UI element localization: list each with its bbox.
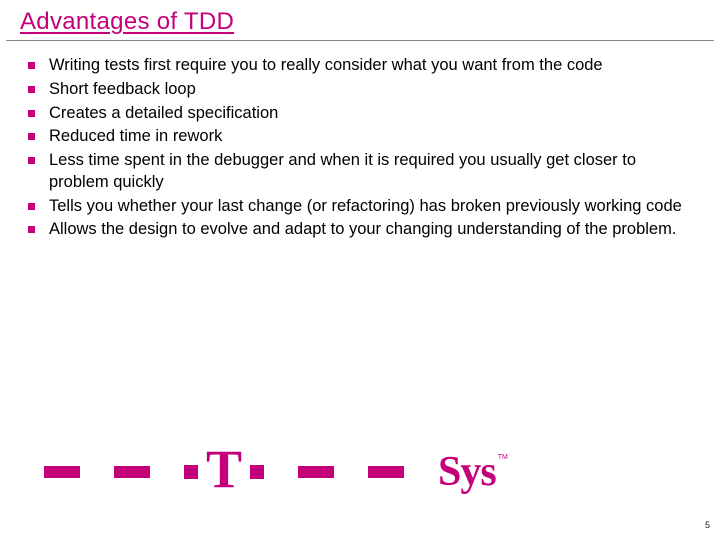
dash-icon [298, 466, 334, 478]
bullet-icon [28, 133, 35, 140]
list-item: Tells you whether your last change (or r… [28, 196, 692, 218]
bullet-icon [28, 110, 35, 117]
trademark-icon: TM [498, 454, 508, 461]
brand-logo: T Sys TM [0, 446, 720, 498]
dash-icon [368, 466, 404, 478]
list-item: Creates a detailed specification [28, 103, 692, 125]
logo-box-icon [184, 465, 198, 479]
t-logo-block: T [184, 452, 264, 491]
bullet-text: Less time spent in the debugger and when… [49, 150, 692, 194]
bullet-icon [28, 226, 35, 233]
bullet-text: Short feedback loop [49, 79, 692, 101]
list-item: Reduced time in rework [28, 126, 692, 148]
logo-box-icon [250, 465, 264, 479]
logo-suffix: Sys [438, 448, 496, 496]
list-item: Writing tests first require you to reall… [28, 55, 692, 77]
dash-icon [114, 466, 150, 478]
page-number: 5 [705, 520, 710, 530]
bullet-text: Writing tests first require you to reall… [49, 55, 692, 77]
bullet-icon [28, 62, 35, 69]
bullet-text: Tells you whether your last change (or r… [49, 196, 692, 218]
slide-content: Writing tests first require you to reall… [0, 41, 720, 241]
bullet-icon [28, 203, 35, 210]
list-item: Allows the design to evolve and adapt to… [28, 219, 692, 241]
bullet-text: Reduced time in rework [49, 126, 692, 148]
logo-letter: T [206, 448, 242, 491]
slide-title: Advantages of TDD [6, 0, 714, 41]
dash-icon [44, 466, 80, 478]
bullet-text: Creates a detailed specification [49, 103, 692, 125]
list-item: Short feedback loop [28, 79, 692, 101]
bullet-text: Allows the design to evolve and adapt to… [49, 219, 692, 241]
list-item: Less time spent in the debugger and when… [28, 150, 692, 194]
bullet-icon [28, 157, 35, 164]
bullet-icon [28, 86, 35, 93]
bullet-list: Writing tests first require you to reall… [28, 55, 692, 241]
